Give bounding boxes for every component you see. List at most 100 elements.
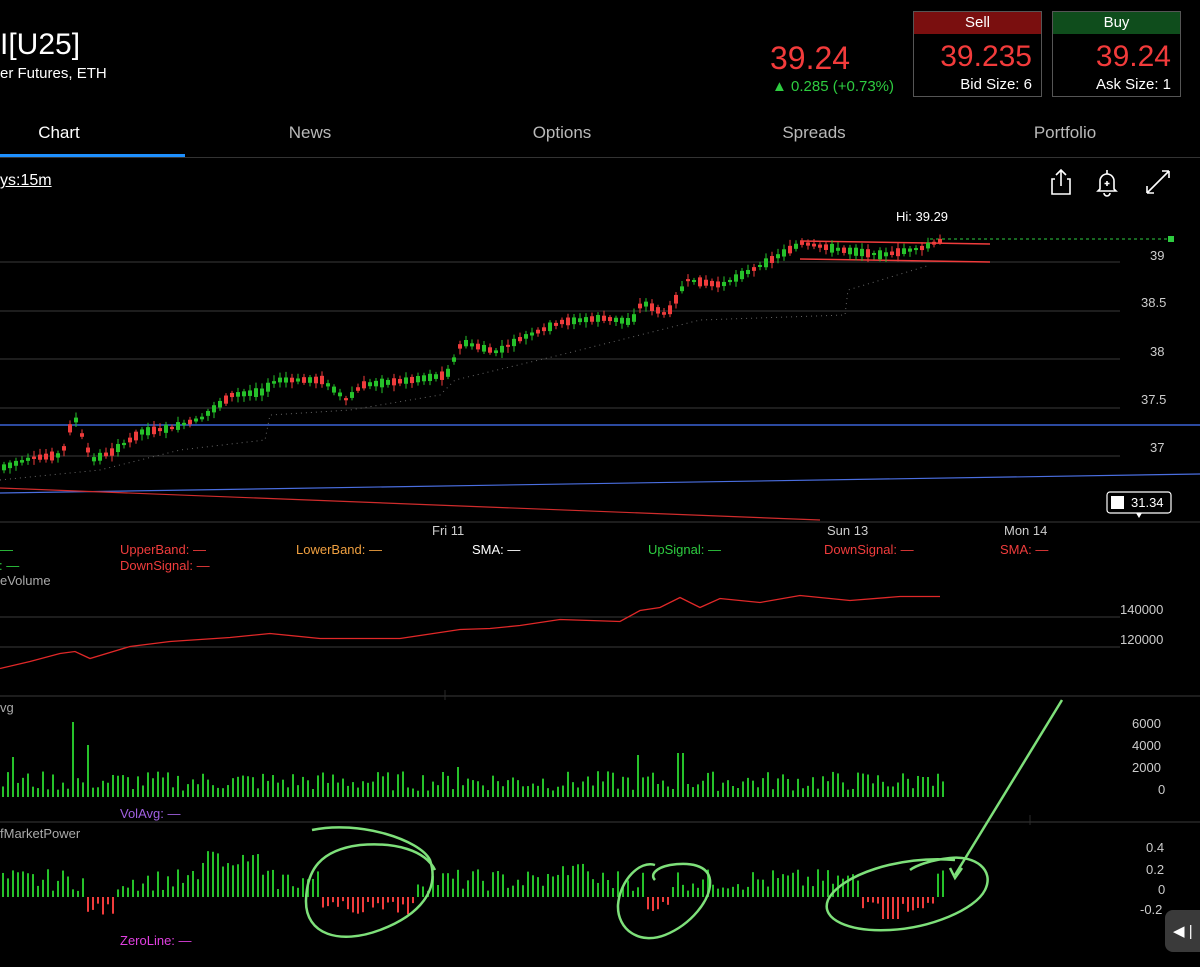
volume-bar — [717, 790, 719, 797]
volume-bar — [317, 775, 319, 797]
candle — [506, 344, 510, 347]
candle — [140, 429, 144, 435]
market-power-bar — [922, 897, 924, 909]
candle — [284, 377, 288, 383]
market-power-bar — [112, 897, 114, 914]
candle — [908, 248, 912, 252]
falling-trend-line[interactable] — [0, 487, 821, 521]
volume-bar — [367, 782, 369, 797]
candle — [488, 347, 492, 353]
volume-bar — [837, 773, 839, 797]
candle — [20, 460, 24, 463]
candle — [818, 244, 822, 248]
volume-bar — [432, 781, 434, 797]
candle — [146, 427, 150, 436]
market-power-bar — [572, 865, 574, 897]
market-power-bar — [237, 864, 239, 897]
volume-bar — [437, 785, 439, 797]
volume-bar — [312, 789, 314, 797]
market-power-bar — [687, 890, 689, 897]
volume-bar — [742, 781, 744, 797]
market-power-bar — [297, 887, 299, 897]
market-power-bar — [487, 890, 489, 897]
candle — [500, 345, 504, 353]
candle — [602, 315, 606, 321]
volume-bar — [72, 722, 74, 797]
market-power-bar — [682, 884, 684, 897]
candle — [410, 376, 414, 384]
crosshair-value-badge[interactable]: 31.34 — [113, 491, 1172, 518]
volume-bar — [332, 774, 334, 797]
rising-trend-line[interactable] — [0, 473, 1200, 494]
market-power-bar — [802, 885, 804, 897]
market-power-bar — [47, 869, 49, 897]
market-power-bar — [137, 890, 139, 897]
volume-bar — [237, 776, 239, 797]
market-power-bar — [747, 886, 749, 897]
volume-bar — [532, 783, 534, 797]
volume-bar — [642, 777, 644, 797]
volume-bar — [147, 772, 149, 797]
market-power-bar — [537, 877, 539, 897]
candle — [170, 426, 174, 430]
market-power-bar — [772, 870, 774, 897]
market-power-bar — [787, 875, 789, 897]
volume-bar — [477, 781, 479, 797]
volume-bar — [922, 777, 924, 797]
volume-bar — [722, 782, 724, 797]
candle — [380, 378, 384, 388]
market-power-bar — [777, 878, 779, 897]
volume-bar — [682, 753, 684, 797]
candle — [938, 238, 942, 243]
volume-bar — [352, 782, 354, 797]
market-power-bar — [287, 874, 289, 897]
volume-bar — [747, 777, 749, 797]
scroll-nav-handle[interactable]: ◀ | — [1165, 910, 1200, 952]
volume-bar — [667, 786, 669, 797]
volume-bar — [557, 786, 559, 797]
channel-upper-line[interactable] — [799, 240, 991, 245]
market-power-bar — [272, 869, 274, 897]
date-label-fri11: Fri 11 — [432, 523, 464, 538]
volume-panel-title: eVolume — [0, 573, 51, 588]
volume-bar — [527, 786, 529, 797]
market-power-bar — [327, 897, 329, 907]
candle — [812, 243, 816, 247]
volume-bar — [537, 785, 539, 797]
volume-bar — [612, 772, 614, 797]
volume-bar — [197, 784, 199, 797]
candle — [554, 322, 558, 326]
candle — [866, 249, 870, 258]
market-power-bar — [657, 897, 659, 910]
candle — [770, 256, 774, 263]
volume-bar — [157, 771, 159, 797]
candle — [626, 318, 630, 325]
volume-bar — [267, 780, 269, 797]
volume-bar — [362, 781, 364, 797]
volume-bar — [907, 778, 909, 797]
candle — [248, 390, 252, 396]
volume-bar — [732, 786, 734, 797]
market-power-bar — [807, 876, 809, 897]
volume-bar — [767, 772, 769, 797]
market-power-bar — [727, 888, 729, 897]
market-power-bar — [447, 873, 449, 897]
volume-bar — [182, 790, 184, 797]
volume-bar — [382, 776, 384, 797]
market-power-bar — [542, 885, 544, 897]
market-power-bar — [942, 870, 944, 897]
volume-bar — [162, 777, 164, 797]
market-power-bar — [387, 897, 389, 903]
market-power-bar — [187, 875, 189, 897]
candle — [362, 381, 366, 389]
chart-canvas[interactable]: 39 38.5 38 37.5 37 Hi: 39.29 31.34 Fri 1… — [0, 0, 1200, 967]
market-power-bar — [822, 880, 824, 897]
candle — [686, 279, 690, 282]
candle — [332, 386, 336, 393]
market-power-bar — [607, 879, 609, 897]
volume-bar — [917, 775, 919, 797]
candle — [128, 437, 132, 443]
volume-bar — [607, 771, 609, 797]
market-power-bar — [697, 887, 699, 897]
volume-bar — [122, 775, 124, 797]
